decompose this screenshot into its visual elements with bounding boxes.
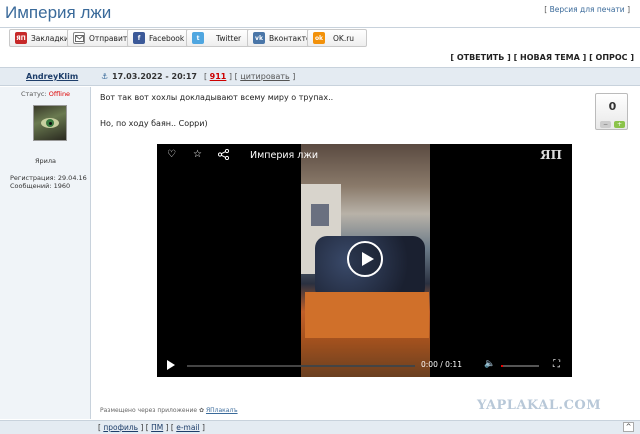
- post-meta: [ 911 ] [ цитировать ]: [204, 72, 296, 81]
- print-version-wrap: [ Версия для печати ]: [544, 5, 630, 14]
- video-player[interactable]: ♡ ☆ Империя лжи ЯП 0:00 / 0:11 🔈 ⛶: [157, 144, 572, 377]
- cite-link[interactable]: цитировать: [240, 72, 289, 81]
- scroll-top-button[interactable]: ^: [623, 422, 634, 432]
- status-label: Статус:: [20, 90, 47, 98]
- volume-fill: [501, 365, 503, 367]
- author-name[interactable]: AndreyKlim: [26, 72, 78, 81]
- video-title-bar: ♡ ☆ Империя лжи ЯП: [157, 144, 572, 166]
- twitter-label: Twitter: [216, 33, 242, 43]
- message-count: Сообщений: 1960: [10, 182, 71, 190]
- yaplakal-logo-icon: ЯП: [540, 148, 562, 162]
- footer-links: [ профиль ] [ ПМ ] [ e-mail ]: [98, 423, 205, 432]
- ok-icon: ok: [313, 32, 325, 44]
- post-header: AndreyKlim ⚓ 17.03.2022 - 20:17 [ 911 ] …: [0, 67, 640, 86]
- author-status: Статус: Offline: [0, 90, 91, 98]
- envelope-icon: [73, 32, 85, 44]
- post-text-line-1: Вот так вот хохлы докладывают всему миру…: [100, 93, 334, 102]
- video-controls: 0:00 / 0:11 🔈 ⛶: [157, 355, 572, 377]
- video-progress-track[interactable]: [187, 365, 415, 367]
- video-time: 0:00 / 0:11: [421, 360, 462, 369]
- play-icon[interactable]: [347, 241, 383, 277]
- avatar-pupil: [48, 121, 52, 125]
- post-body: Вот так вот хохлы докладывают всему миру…: [92, 87, 640, 419]
- share-icon[interactable]: [217, 148, 230, 163]
- print-version-link[interactable]: Версия для печати: [550, 5, 625, 14]
- avatar[interactable]: [33, 105, 67, 141]
- post-number-link[interactable]: 911: [210, 72, 227, 81]
- status-value: Offline: [48, 90, 71, 98]
- okru-button[interactable]: ok OK.ru: [307, 29, 368, 47]
- rating-value: 0: [608, 100, 617, 113]
- app-link[interactable]: ЯПлакалъ: [206, 407, 238, 414]
- poll-button[interactable]: ОПРОС: [596, 53, 628, 62]
- post-footer: [ профиль ] [ ПМ ] [ e-mail ] ^: [0, 420, 640, 434]
- rating-plus-button[interactable]: +: [614, 121, 625, 128]
- reply-button[interactable]: ОТВЕТИТЬ: [457, 53, 505, 62]
- topic-actions: [ ОТВЕТИТЬ ] [ НОВАЯ ТЕМА ] [ ОПРОС ]: [450, 53, 634, 62]
- pm-link[interactable]: ПМ: [151, 423, 163, 432]
- email-link[interactable]: e-mail: [176, 423, 199, 432]
- star-icon[interactable]: ☆: [193, 149, 202, 160]
- rating-minus-button[interactable]: −: [600, 121, 611, 128]
- placed-via-label: Размещено через приложение: [100, 407, 198, 414]
- author-sidebar: Статус: Offline Ярила Регистрация: 29.04…: [0, 87, 91, 419]
- bookmarks-button[interactable]: ЯП Закладки: [9, 29, 75, 47]
- facebook-button[interactable]: f Facebook: [127, 29, 191, 47]
- send-label: Отправить: [89, 33, 132, 43]
- fullscreen-icon[interactable]: ⛶: [553, 359, 560, 370]
- video-frame-window: [311, 204, 329, 226]
- volume-track[interactable]: [501, 365, 539, 367]
- facebook-label: Facebook: [149, 33, 185, 43]
- okru-label: OK.ru: [333, 33, 355, 43]
- volume-icon[interactable]: 🔈: [484, 359, 495, 369]
- placed-via: Размещено через приложение ✿ ЯПлакалъ: [100, 407, 238, 414]
- page-title: Империя лжи: [5, 3, 112, 22]
- facebook-icon: f: [133, 32, 145, 44]
- twitter-icon: t: [192, 32, 204, 44]
- control-play-icon[interactable]: [167, 360, 175, 370]
- share-bar: ЯП Закладки Отправить f Facebook t Twitt…: [0, 29, 640, 50]
- registration-date: Регистрация: 29.04.16: [10, 174, 87, 182]
- rating-box: 0 − +: [595, 93, 628, 130]
- post-date: 17.03.2022 - 20:17: [112, 72, 197, 81]
- anchor-icon[interactable]: ⚓: [101, 72, 108, 81]
- video-title: Империя лжи: [250, 150, 319, 161]
- author-rank: Ярила: [34, 157, 56, 165]
- video-frame-truck: [305, 292, 429, 338]
- watermark: YAPLAKAL.COM: [477, 398, 602, 413]
- heart-icon[interactable]: ♡: [167, 149, 176, 160]
- vkontakte-label: Вконтакте: [269, 33, 311, 43]
- post-text-line-2: Но, по ходу баян.. Сорри): [100, 119, 208, 128]
- profile-link[interactable]: профиль: [103, 423, 138, 432]
- new-topic-button[interactable]: НОВАЯ ТЕМА: [520, 53, 580, 62]
- page-header: Империя лжи [ Версия для печати ]: [0, 0, 640, 28]
- yaplakal-icon: ЯП: [15, 32, 27, 44]
- bookmarks-label: Закладки: [31, 33, 69, 43]
- vk-icon: vk: [253, 32, 265, 44]
